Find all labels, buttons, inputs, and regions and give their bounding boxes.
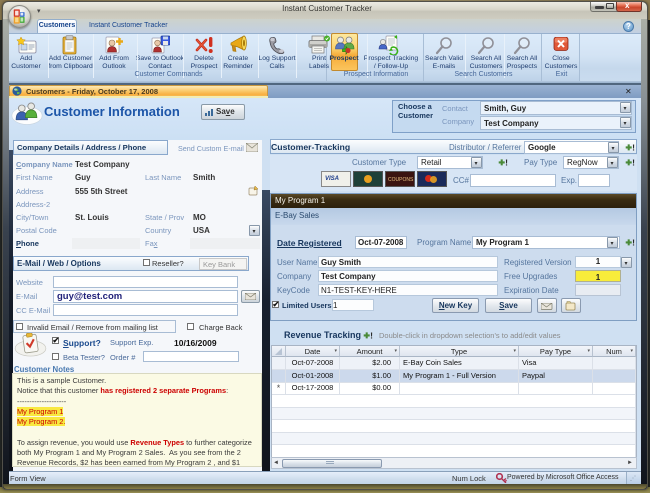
svg-text:!: !	[370, 330, 373, 340]
svg-text:!: !	[632, 157, 635, 167]
svg-text:!: !	[632, 237, 635, 247]
svg-text:!: !	[632, 142, 635, 152]
svg-text:!: !	[505, 157, 508, 167]
